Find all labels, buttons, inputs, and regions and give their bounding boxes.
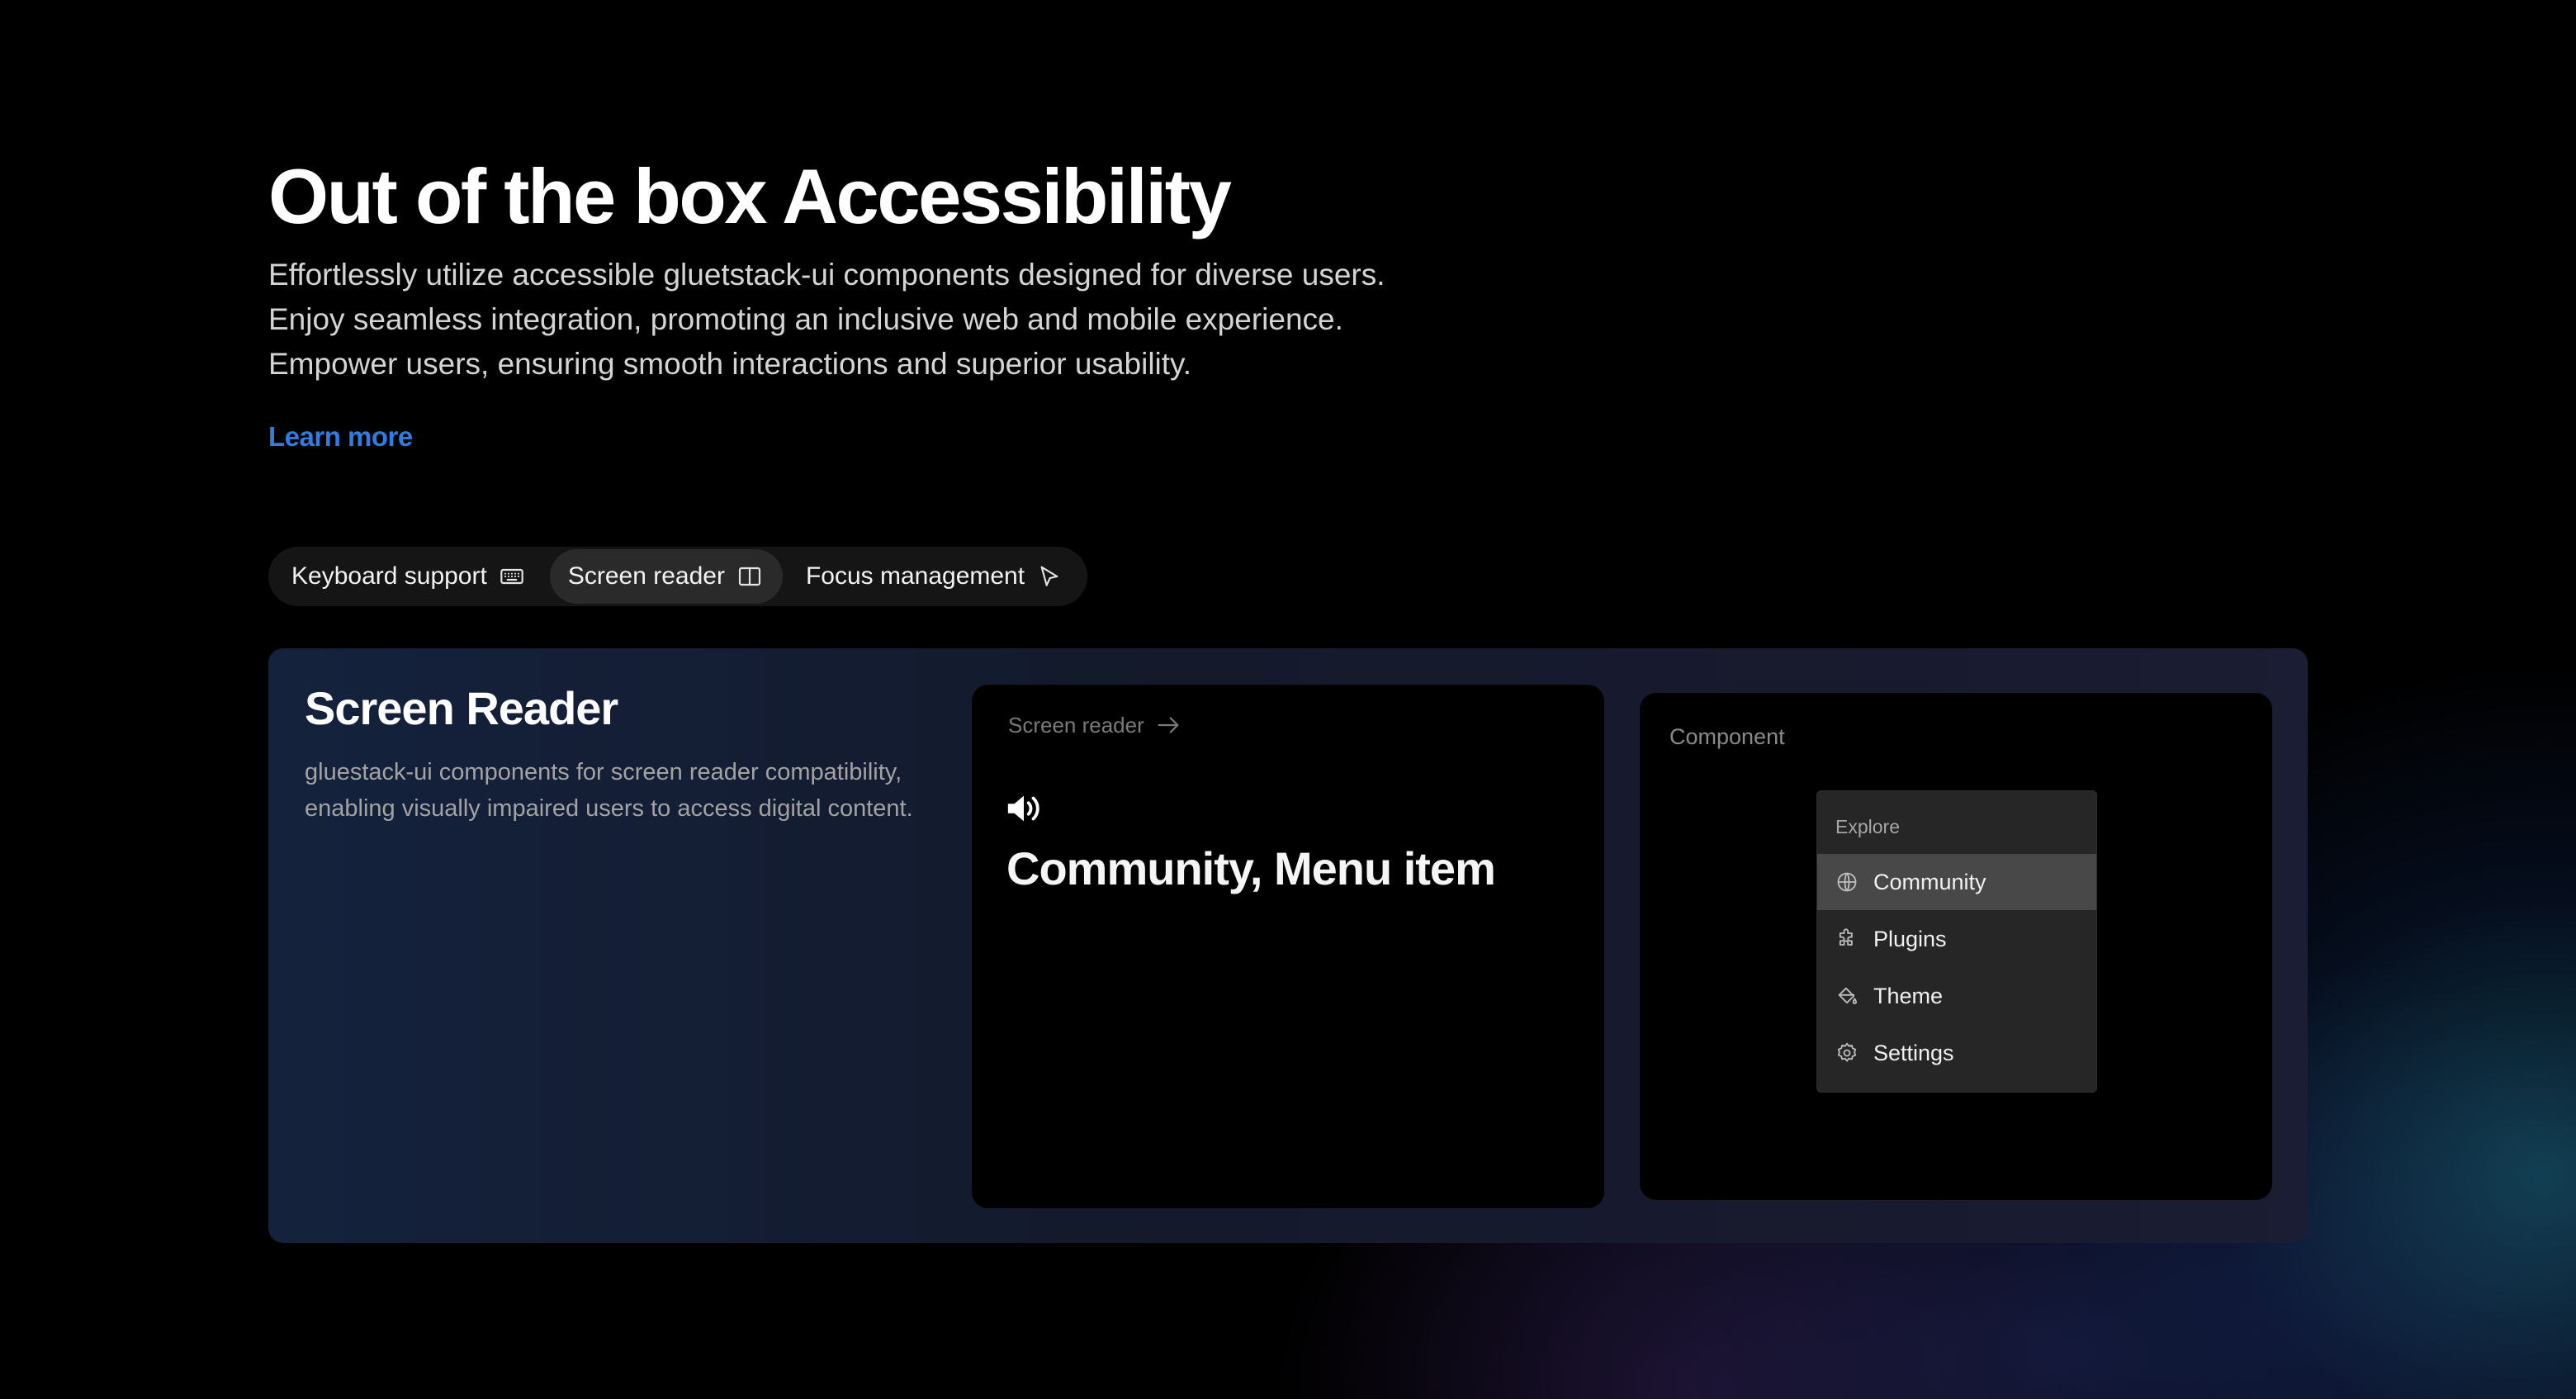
- menu-item-community[interactable]: Community: [1817, 854, 2096, 910]
- menu-heading: Explore: [1835, 816, 1900, 837]
- screen-reader-announcement: Community, Menu item: [1006, 842, 1496, 894]
- panel-title: Screen Reader: [305, 682, 618, 734]
- screen-reader-label: Screen reader: [1008, 712, 1144, 737]
- paint-bucket-icon: [1838, 987, 1858, 1004]
- explore-menu: Explore Community Plugins Theme Settings: [1816, 790, 2097, 1093]
- speaker-icon: [1007, 795, 1039, 822]
- component-preview-card: Component Explore Community Plugins Them…: [1640, 693, 2272, 1200]
- gear-icon: [1837, 1042, 1857, 1062]
- learn-more-link[interactable]: Learn more: [268, 421, 413, 453]
- puzzle-icon: [1839, 928, 1853, 946]
- tab-label: Focus management: [805, 562, 1025, 590]
- section-title: Out of the box Accessibility: [268, 153, 1232, 239]
- keyboard-icon: [500, 568, 523, 585]
- globe-icon: [1837, 872, 1857, 892]
- tab-screen-reader[interactable]: Screen reader: [549, 549, 783, 604]
- tab-label: Screen reader: [567, 562, 725, 590]
- panel-description: gluestack-ui components for screen reade…: [305, 759, 913, 822]
- cursor-icon: [1040, 566, 1058, 586]
- component-label: Component: [1669, 724, 1785, 749]
- menu-item-plugins[interactable]: Plugins: [1817, 911, 2096, 967]
- menu-item-label: Community: [1873, 869, 1986, 894]
- arrow-right-icon: [1158, 717, 1179, 733]
- screen-reader-header: Screen reader: [1008, 711, 1182, 739]
- tab-focus-management[interactable]: Focus management: [788, 549, 1082, 604]
- menu-item-label: Settings: [1873, 1040, 1954, 1065]
- book-open-icon: [738, 567, 761, 586]
- tab-keyboard-support[interactable]: Keyboard support: [273, 549, 545, 604]
- menu-item-theme[interactable]: Theme: [1817, 968, 2096, 1024]
- tab-label: Keyboard support: [291, 562, 487, 590]
- section-description: Effortlessly utilize accessible gluetsta…: [268, 258, 1385, 381]
- accessibility-tabs: Keyboard support Screen reader Focus man…: [268, 547, 1088, 606]
- screen-reader-panel: Screen Reader gluestack-ui components fo…: [268, 648, 2308, 1243]
- menu-item-label: Plugins: [1873, 926, 1947, 951]
- page: Out of the box Accessibility Effortlessl…: [0, 0, 2576, 1399]
- menu-item-label: Theme: [1873, 983, 1944, 1008]
- screen-reader-output-card: Screen reader Community, Menu item: [972, 685, 1604, 1208]
- menu-item-settings[interactable]: Settings: [1817, 1025, 2096, 1081]
